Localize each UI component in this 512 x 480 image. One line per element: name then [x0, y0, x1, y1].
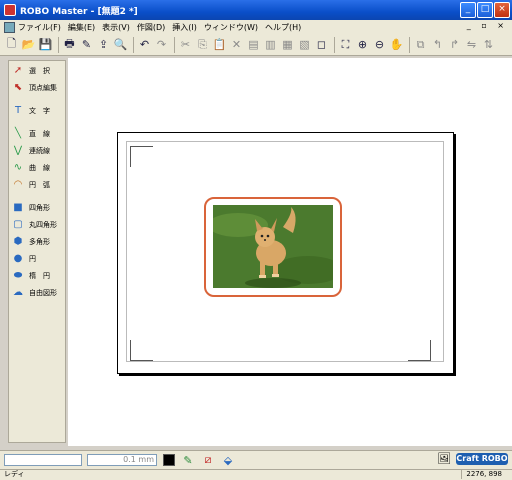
window-title: ROBO Master - [無題2 *] [20, 6, 138, 17]
paste-icon[interactable]: 📋 [212, 37, 227, 52]
send-icon[interactable]: ⇪ [96, 37, 111, 52]
tool-arc[interactable]: ◠ 円 弧 [12, 177, 65, 192]
group-icon[interactable]: ▤ [246, 37, 261, 52]
tool-polyline[interactable]: ⋁ 連続線 [12, 143, 65, 158]
knife-icon[interactable]: ✂ [178, 37, 193, 52]
polyline-icon: ⋁ [13, 145, 23, 156]
maximize-button[interactable]: □ [477, 2, 493, 18]
dog-photo[interactable] [213, 205, 333, 288]
tool-circle[interactable]: ● 円 [12, 251, 65, 266]
redo-icon[interactable]: ↷ [154, 37, 169, 52]
toolbar-separator [334, 36, 335, 53]
status-bar: レディ 2276, 898 [0, 469, 512, 480]
delete-icon[interactable]: ✕ [229, 37, 244, 52]
no-line-icon[interactable]: ⧄ [201, 453, 215, 467]
menu-draw[interactable]: 作図(D) [137, 22, 165, 33]
save-icon[interactable]: 💾 [38, 37, 53, 52]
fill-bucket-icon[interactable]: ⬙ [221, 453, 235, 467]
tool-select[interactable]: ➚ 選 択 [12, 63, 65, 78]
text-icon: T [14, 105, 22, 116]
main-toolbar: 🗋 📂 💾 🖶 ✎ ⇪ 🔍 ↶ ↷ ✂ ⎘ 📋 ✕ ▤ ▥ ▦ ▧ ◻ ⛶ ⊕ … [0, 34, 512, 56]
toolbar-separator [174, 36, 175, 53]
menu-file[interactable]: ファイル(F) [18, 22, 61, 33]
new-icon[interactable]: 🗋 [4, 37, 19, 52]
cursor-coordinates: 2276, 898 [461, 470, 502, 479]
drawing-tools-panel: ➚ 選 択 ⬉ 頂点編集 T文 字 ╲ 直 線 ⋁ 連続線 ∿ 曲 線 ◠ 円 弧 ■ 四角形… [8, 60, 66, 443]
rectangle-icon: ■ [13, 202, 23, 213]
menu-view[interactable]: 表示(V) [102, 22, 130, 33]
window-controls: _ □ × [460, 2, 510, 18]
robo-master-icon[interactable]: 🖼 [437, 452, 451, 465]
close-button[interactable]: × [494, 2, 510, 18]
document-icon[interactable] [4, 21, 15, 33]
mdi-controls[interactable]: _ ▫ × [467, 21, 508, 30]
app-icon [4, 4, 16, 16]
menu-insert[interactable]: 挿入(I) [172, 22, 197, 33]
status-text: レディ [4, 470, 25, 478]
node-edit-icon: ⬉ [13, 82, 23, 93]
property-bar: 0.1 mm ✎ ⧄ ⬙ [0, 450, 512, 469]
menu-bar: ファイル(F) 編集(E) 表示(V) 作図(D) 挿入(I) ウィンドウ(W)… [0, 20, 512, 34]
fill-color-swatch[interactable] [163, 454, 175, 466]
menu-help[interactable]: ヘルプ(H) [265, 22, 301, 33]
pen-color-icon[interactable]: ✎ [181, 453, 195, 467]
tool-curve[interactable]: ∿ 曲 線 [12, 160, 65, 175]
ellipse-icon: ⬬ [13, 270, 23, 281]
tool-rectangle[interactable]: ■ 四角形 [12, 200, 65, 215]
minimize-button[interactable]: _ [460, 2, 476, 18]
undo-icon[interactable]: ↶ [137, 37, 152, 52]
line-style-field[interactable] [4, 454, 82, 466]
transform-icon[interactable]: ⧉ [413, 37, 428, 52]
print-icon[interactable]: 🖶 [62, 37, 77, 52]
menu-edit[interactable]: 編集(E) [68, 22, 95, 33]
menu-window[interactable]: ウィンドウ(W) [204, 22, 258, 33]
tool-ellipse[interactable]: ⬬ 楕 円 [12, 268, 65, 283]
stroke-width-field[interactable]: 0.1 mm [87, 454, 157, 466]
zoom-fit-icon[interactable]: ⛶ [338, 37, 353, 52]
toolbar-separator [58, 36, 59, 53]
rotate-left-icon[interactable]: ↰ [430, 37, 445, 52]
toolbar-separator [133, 36, 134, 53]
copy-icon[interactable]: ⎘ [195, 37, 210, 52]
tool-line[interactable]: ╲ 直 線 [12, 126, 65, 141]
open-icon[interactable]: 📂 [21, 37, 36, 52]
zoom-in-icon[interactable]: ⊕ [355, 37, 370, 52]
mirror-icon[interactable]: ⇋ [464, 37, 479, 52]
tool-freeform[interactable]: ☁ 自由図形 [12, 285, 65, 300]
tool-rounded-rectangle[interactable]: ▢ 丸四角形 [12, 217, 65, 232]
registration-mark-bottom-right [408, 340, 431, 361]
toolbar-separator [409, 36, 410, 53]
frame-icon[interactable]: ◻ [314, 37, 329, 52]
curve-icon: ∿ [13, 162, 23, 173]
zoom-out-icon[interactable]: ⊖ [372, 37, 387, 52]
arrow-icon: ➚ [13, 65, 23, 76]
cut-settings-icon[interactable]: ✎ [79, 37, 94, 52]
tool-text[interactable]: T文 字 [12, 103, 65, 118]
flip-icon[interactable]: ⇅ [481, 37, 496, 52]
registration-mark-top-left [130, 146, 153, 167]
tool-node-edit[interactable]: ⬉ 頂点編集 [12, 80, 65, 95]
polygon-icon: ⬢ [13, 236, 23, 247]
align-icon[interactable]: ▦ [280, 37, 295, 52]
weld-icon[interactable]: ▧ [297, 37, 312, 52]
arc-icon: ◠ [13, 179, 23, 190]
tool-polygon[interactable]: ⬢ 多角形 [12, 234, 65, 249]
line-icon: ╲ [14, 128, 22, 139]
title-bar: ROBO Master - [無題2 *] _ □ × [0, 0, 512, 20]
preview-icon[interactable]: 🔍 [113, 37, 128, 52]
rounded-rect-icon: ▢ [13, 219, 23, 230]
ungroup-icon[interactable]: ▥ [263, 37, 278, 52]
pan-icon[interactable]: ✋ [389, 37, 404, 52]
circle-icon: ● [13, 253, 23, 264]
registration-mark-bottom-left [130, 340, 153, 361]
craft-robo-logo: Craft ROBO [456, 453, 508, 465]
freeform-icon: ☁ [13, 287, 23, 298]
rotate-right-icon[interactable]: ↱ [447, 37, 462, 52]
